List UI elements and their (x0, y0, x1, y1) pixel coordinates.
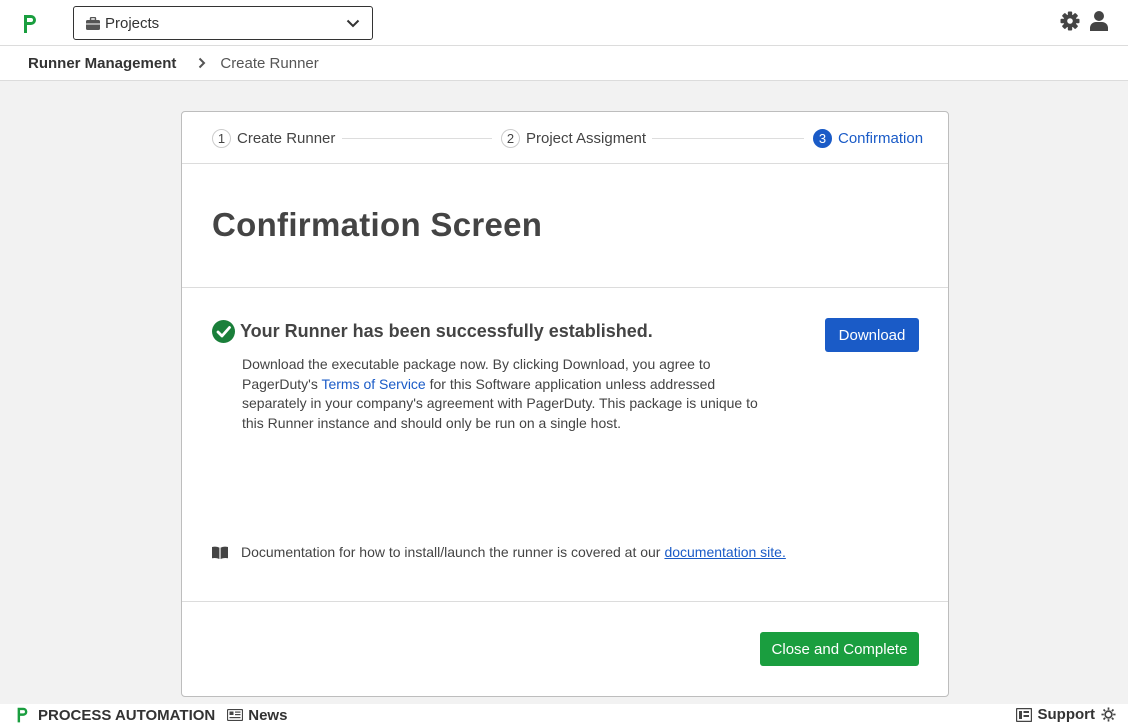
step-number: 2 (501, 129, 520, 148)
confirmation-card: 1 Create Runner 2 Project Assigment 3 Co… (181, 111, 949, 697)
title-section: Confirmation Screen (182, 164, 948, 288)
step-connector (342, 138, 492, 139)
breadcrumb-create-runner: Create Runner (220, 54, 319, 72)
success-message: Your Runner has been successfully establ… (212, 320, 653, 343)
check-circle-icon (212, 320, 235, 343)
pagerduty-logo-icon[interactable] (22, 13, 38, 35)
step-create-runner[interactable]: 1 Create Runner (212, 129, 335, 148)
terms-of-service-link[interactable]: Terms of Service (321, 376, 425, 392)
top-bar: Projects (0, 0, 1128, 46)
step-label: Create Runner (237, 130, 336, 147)
user-icon[interactable] (1090, 11, 1108, 31)
briefcase-icon (86, 16, 100, 30)
step-label: Confirmation (838, 130, 924, 147)
gear-icon[interactable] (1060, 11, 1080, 31)
project-selector[interactable]: Projects (73, 6, 373, 40)
support-link[interactable]: Support (1038, 706, 1096, 723)
step-number: 3 (813, 129, 832, 148)
page-title: Confirmation Screen (212, 206, 543, 243)
step-confirmation[interactable]: 3 Confirmation (813, 129, 923, 148)
documentation-text: Documentation for how to install/launch … (241, 544, 661, 560)
support-icon (1015, 707, 1032, 722)
news-link[interactable]: News (227, 707, 287, 724)
documentation-site-link[interactable]: documentation site. (664, 544, 785, 560)
product-name: PROCESS AUTOMATION (38, 706, 216, 724)
success-heading: Your Runner has been successfully establ… (240, 321, 653, 341)
sun-icon[interactable] (1101, 707, 1116, 722)
book-icon (212, 546, 228, 559)
chevron-down-icon (346, 19, 360, 27)
step-project-assignment[interactable]: 2 Project Assigment (501, 129, 646, 148)
step-label: Project Assigment (526, 130, 647, 147)
project-selector-label: Projects (105, 14, 160, 32)
download-description: Download the executable package now. By … (242, 355, 782, 433)
pagerduty-logo-icon[interactable] (16, 706, 29, 724)
documentation-note: Documentation for how to install/launch … (212, 544, 786, 560)
confirmation-body: Your Runner has been successfully establ… (182, 288, 948, 602)
download-button[interactable]: Download (825, 318, 919, 352)
step-number: 1 (212, 129, 231, 148)
breadcrumb-runner-management[interactable]: Runner Management (28, 55, 176, 72)
newspaper-icon (227, 709, 244, 721)
step-connector (652, 138, 804, 139)
footer: PROCESS AUTOMATION News Support (0, 704, 1128, 725)
chevron-right-icon (198, 57, 206, 69)
news-label: News (248, 706, 288, 724)
stepper: 1 Create Runner 2 Project Assigment 3 Co… (182, 112, 948, 164)
close-and-complete-button[interactable]: Close and Complete (760, 632, 919, 666)
breadcrumb: Runner Management Create Runner (0, 46, 1128, 81)
